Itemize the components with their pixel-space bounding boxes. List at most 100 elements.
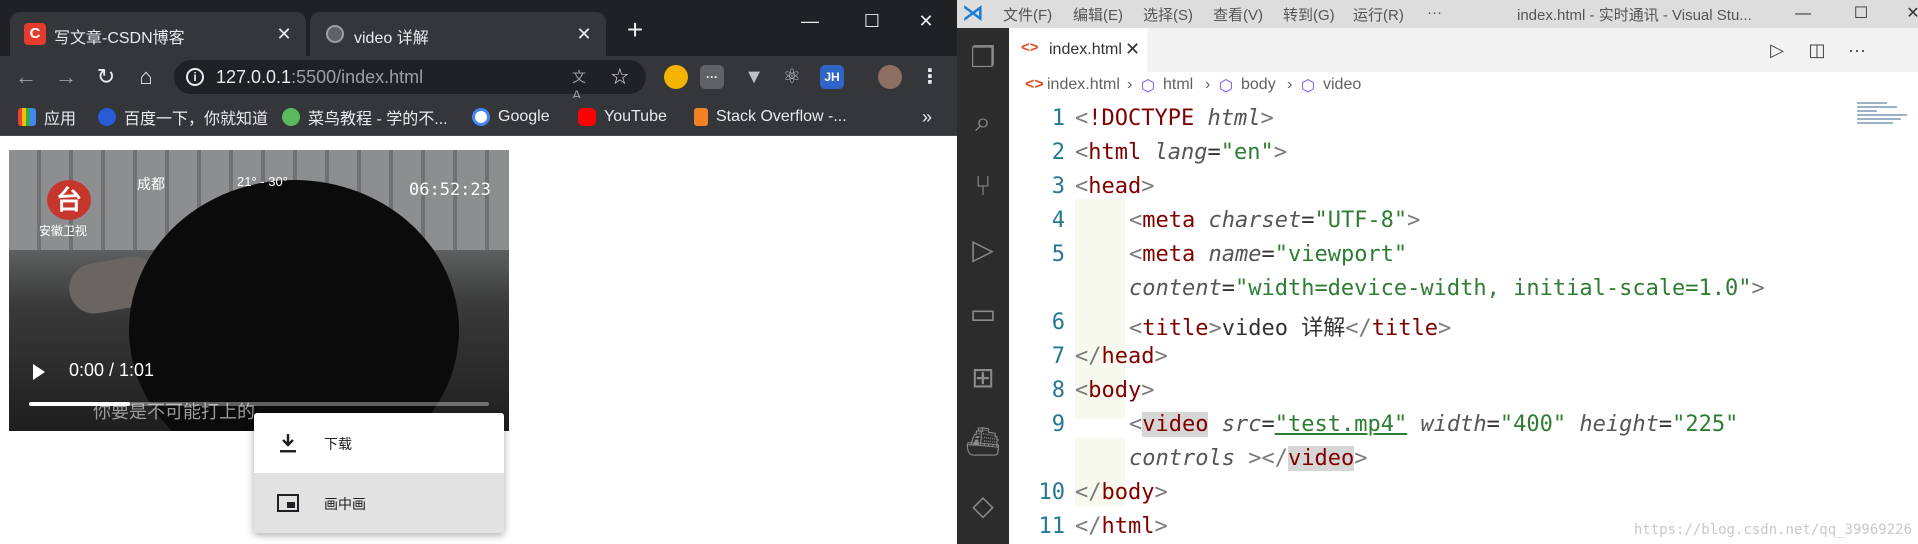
code-line: content="width=device-width, initial-sca… [1129, 276, 1765, 301]
bookmark-google[interactable]: Google [472, 107, 550, 127]
bookmark-baidu[interactable]: 百度一下，你就知道 [98, 107, 269, 128]
code-line: </body> [1075, 480, 1168, 505]
source-control-icon[interactable]: ⑂ [965, 168, 1001, 204]
run-debug-icon[interactable]: ▷ [965, 232, 1001, 268]
avatar[interactable] [878, 65, 902, 89]
explorer-icon[interactable]: ❐ [965, 40, 1001, 76]
address-bar[interactable]: i 127.0.0.1:5500/index.html 文A ☆ [174, 60, 646, 103]
bookmark-runoob[interactable]: 菜鸟教程 - 学的不... [282, 107, 448, 128]
extension-jh-icon[interactable]: JH [820, 65, 844, 89]
url-text[interactable]: 127.0.0.1:5500/index.html [216, 67, 423, 88]
live-share-icon[interactable]: ◇ [965, 488, 1001, 524]
line-number: 4 [1051, 208, 1065, 233]
bookmark-label: Google [498, 108, 550, 125]
browser-toolbar: ← → ↻ ⌂ i 127.0.0.1:5500/index.html 文A ☆… [0, 56, 957, 103]
url-host: 127.0.0.1 [216, 67, 292, 87]
docker-icon[interactable]: ⛴ [965, 424, 1001, 460]
extensions-icon[interactable]: ⊞ [965, 360, 1001, 396]
more-bookmarks-icon[interactable]: » [922, 107, 932, 127]
tab-title: video 详解 [354, 30, 429, 47]
html-file-icon: <> [1025, 76, 1044, 93]
menu-go[interactable]: 转到(G) [1283, 4, 1335, 25]
extension-color-icon[interactable] [664, 65, 688, 89]
maximize-icon[interactable]: ☐ [1841, 0, 1881, 28]
search-icon[interactable]: ⌕ [965, 104, 1001, 140]
react-devtools-icon[interactable]: ⚛ [780, 65, 804, 89]
tab-video-detail[interactable]: video 详解 ✕ [310, 12, 606, 56]
picture-in-picture-icon [277, 494, 299, 512]
video-player[interactable]: 台 安徽卫视 成都 21° - 30° 06:52:23 你要是不可能打上的 0… [9, 150, 509, 431]
vscode-titlebar: ⋊ 文件(F) 编辑(E) 选择(S) 查看(V) 转到(G) 运行(R) ··… [957, 0, 1918, 28]
element-icon: ⬡ [1141, 78, 1155, 95]
maximize-icon[interactable]: ☐ [852, 6, 892, 36]
line-number: 10 [1038, 480, 1066, 505]
menu-edit[interactable]: 编辑(E) [1073, 4, 1123, 25]
close-tab-icon[interactable]: ✕ [574, 24, 594, 44]
editor-tabs: <> index.html ✕ ▷ ◫ ··· [1009, 28, 1918, 72]
translate-icon[interactable]: 文A [572, 67, 594, 103]
bookmark-youtube[interactable]: YouTube [578, 107, 667, 127]
menu-view[interactable]: 查看(V) [1213, 4, 1263, 25]
close-tab-icon[interactable]: ✕ [274, 24, 294, 44]
minimap[interactable] [1857, 100, 1917, 160]
forward-icon[interactable]: → [52, 63, 80, 91]
bookmark-label: 百度一下，你就知道 [124, 111, 269, 128]
back-icon[interactable]: ← [12, 63, 40, 91]
remote-explorer-icon[interactable]: ▭ [965, 296, 1001, 332]
menu-file[interactable]: 文件(F) [1003, 4, 1052, 25]
close-window-icon[interactable]: ✕ [1893, 0, 1918, 28]
code-line: </head> [1075, 344, 1168, 369]
video-temperature-text: 21° - 30° [237, 174, 288, 189]
bookmark-apps[interactable]: 应用 [18, 107, 76, 128]
breadcrumb: <> index.html › ⬡ html › ⬡ body › ⬡ vide… [1009, 72, 1918, 100]
home-icon[interactable]: ⌂ [132, 63, 160, 91]
context-menu-label: 下载 [324, 436, 352, 452]
minimize-icon[interactable]: — [790, 6, 830, 36]
more-actions-icon[interactable]: ··· [1845, 38, 1869, 62]
vscode-logo-icon: ⋊ [962, 0, 984, 25]
context-menu-picture-in-picture[interactable]: 画中画 [254, 473, 504, 533]
context-menu-download[interactable]: 下载 [254, 413, 504, 473]
close-window-icon[interactable]: ✕ [906, 6, 946, 36]
code-editor[interactable]: 1 2 3 4 5 6 7 8 9 10 11 <!DOCTYPE html> … [1009, 100, 1918, 544]
breadcrumb-item[interactable]: video [1323, 76, 1361, 94]
breadcrumb-item[interactable]: body [1241, 76, 1276, 94]
split-editor-icon[interactable]: ◫ [1805, 38, 1829, 62]
line-number: 3 [1051, 174, 1065, 199]
menu-more[interactable]: ··· [1427, 4, 1442, 21]
vscode-window: ⋊ 文件(F) 编辑(E) 选择(S) 查看(V) 转到(G) 运行(R) ··… [957, 0, 1918, 544]
close-tab-icon[interactable]: ✕ [1125, 39, 1140, 60]
run-icon[interactable]: ▷ [1765, 38, 1789, 62]
tab-label: index.html [1049, 41, 1122, 58]
video-progress-bar[interactable] [29, 402, 489, 406]
video-time: 0:00 / 1:01 [69, 360, 155, 380]
breadcrumb-item[interactable]: index.html [1047, 76, 1120, 94]
bookmark-label: YouTube [604, 108, 667, 125]
tab-index-html[interactable]: <> index.html ✕ [1009, 28, 1147, 72]
bookmark-star-icon[interactable]: ☆ [610, 64, 630, 90]
extension-dots-icon[interactable]: ··· [700, 65, 724, 89]
play-icon[interactable] [33, 364, 45, 380]
bookmark-label: Stack Overflow -... [716, 108, 847, 125]
element-icon: ⬡ [1301, 78, 1315, 95]
extension-v-icon[interactable]: ▼ [742, 65, 766, 89]
page-content: 台 安徽卫视 成都 21° - 30° 06:52:23 你要是不可能打上的 0… [0, 137, 957, 544]
html-file-icon: <> [1021, 39, 1039, 56]
menu-run[interactable]: 运行(R) [1353, 4, 1404, 25]
browser-window: C 写文章-CSDN博客 ✕ video 详解 ✕ + — ☐ ✕ ← → ↻ … [0, 0, 957, 544]
site-info-icon[interactable]: i [186, 68, 204, 86]
new-tab-button[interactable]: + [620, 16, 650, 46]
watermark-text: https://blog.csdn.net/qq_39969226 [1633, 522, 1912, 538]
menu-kebab-icon[interactable]: ⋮ [918, 65, 942, 89]
menu-selection[interactable]: 选择(S) [1143, 4, 1193, 25]
tab-csdn[interactable]: C 写文章-CSDN博客 ✕ [10, 12, 306, 56]
code-line: <!DOCTYPE html> [1075, 106, 1274, 131]
video-city-text: 成都 [137, 176, 165, 192]
code-line: <head> [1075, 174, 1155, 199]
csdn-icon: C [24, 23, 46, 45]
breadcrumb-item[interactable]: html [1163, 76, 1193, 94]
reload-icon[interactable]: ↻ [92, 63, 120, 91]
code-line: <body> [1075, 378, 1155, 403]
bookmark-stackoverflow[interactable]: Stack Overflow -... [694, 107, 847, 127]
minimize-icon[interactable]: — [1783, 0, 1823, 28]
